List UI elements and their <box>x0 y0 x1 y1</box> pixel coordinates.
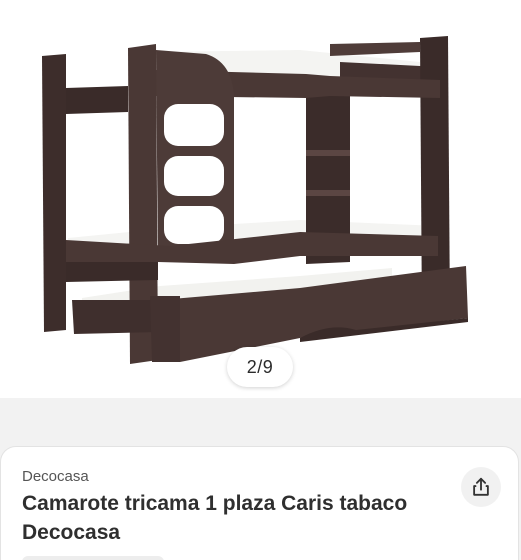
product-image-gallery[interactable]: 2/9 <box>0 0 521 398</box>
share-icon <box>473 477 489 496</box>
brand-name[interactable]: Decocasa <box>22 468 89 485</box>
share-button[interactable] <box>461 467 501 507</box>
image-counter: 2/9 <box>227 347 293 387</box>
product-page: 2/9 Decocasa Camarote tricama 1 plaza Ca… <box>0 0 521 560</box>
product-title: Camarote tricama 1 plaza Caris tabaco De… <box>22 492 408 544</box>
rating-placeholder <box>22 556 164 560</box>
bunk-bed-image <box>42 36 468 364</box>
product-info-card: Decocasa Camarote tricama 1 plaza Caris … <box>0 446 519 560</box>
